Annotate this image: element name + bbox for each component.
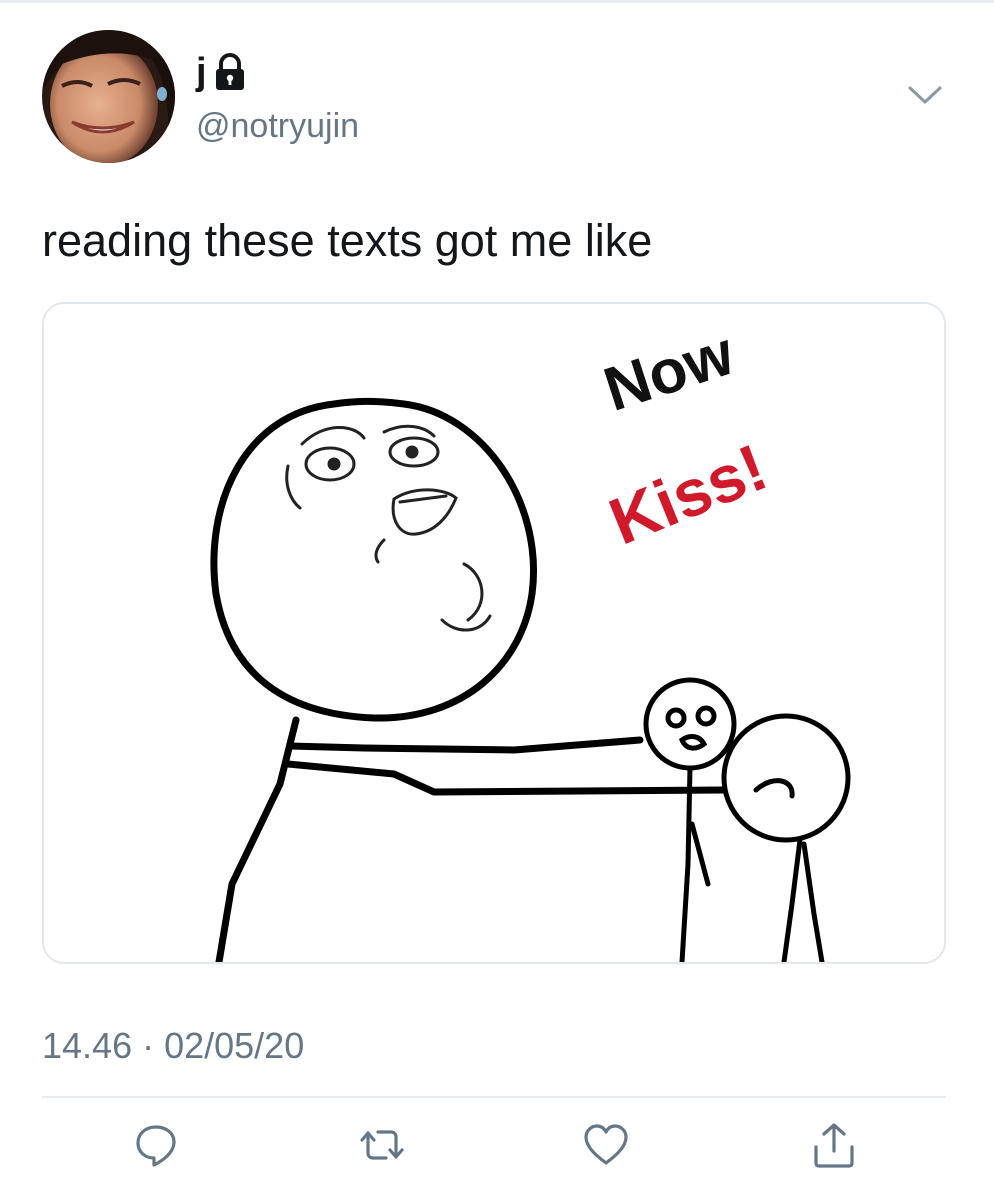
lock-icon [213,52,247,92]
like-button[interactable] [576,1115,636,1175]
retweet-icon [360,1130,404,1160]
author-name-row[interactable]: j [196,50,247,94]
heart-icon [584,1124,628,1165]
reply-button[interactable] [126,1115,186,1175]
tweet-timestamp[interactable]: 14.46 · 02/05/20 [42,1022,304,1070]
chevron-down-icon[interactable] [905,78,945,112]
avatar-photo-icon [42,30,175,163]
tweet-text: reading these texts got me like [42,215,653,266]
display-name[interactable]: j [196,50,207,94]
author-handle[interactable]: @notryujin [196,104,359,148]
retweet-button[interactable] [352,1115,412,1175]
avatar[interactable] [42,30,175,163]
reply-icon [136,1125,176,1167]
action-bar [0,1115,994,1175]
top-divider [0,0,994,3]
share-button[interactable] [804,1115,864,1175]
share-icon [814,1123,854,1168]
action-divider [42,1096,946,1098]
rage-comic-image: Now Kiss! [44,304,944,962]
tweet-media[interactable]: Now Kiss! [42,302,946,964]
